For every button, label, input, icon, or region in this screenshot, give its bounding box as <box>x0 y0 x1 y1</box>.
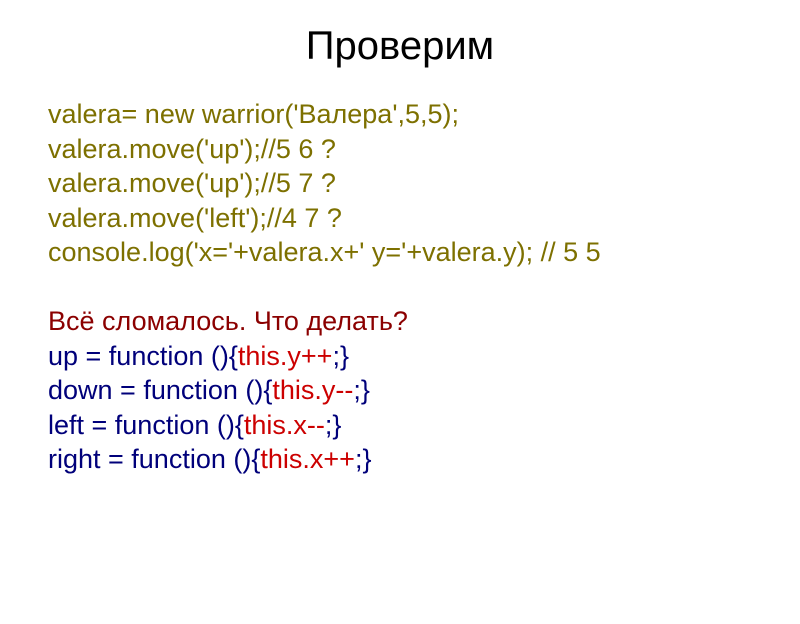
code-text: down = function (){ <box>48 375 272 405</box>
code-text: ;} <box>353 375 370 405</box>
code-text: left = function (){ <box>48 410 244 440</box>
code-text: this.x++ <box>260 444 355 474</box>
code-line: valera.move('up');//5 6 ? <box>48 132 800 167</box>
code-text: valera.move('up');//5 7 ? <box>48 168 336 198</box>
code-text: valera.move('left');//4 7 ? <box>48 203 342 233</box>
code-line: valera.move('left');//4 7 ? <box>48 201 800 236</box>
code-line: valera= new warrior('Валера',5,5); <box>48 97 800 132</box>
code-line: Всё сломалось. Что делать? <box>48 304 800 339</box>
code-line: console.log('x='+valera.x+' y='+valera.y… <box>48 235 800 270</box>
code-line: left = function (){this.x--;} <box>48 408 800 443</box>
blank-line <box>48 270 800 305</box>
code-line: up = function (){this.y++;} <box>48 339 800 374</box>
code-block: valera= new warrior('Валера',5,5); valer… <box>0 97 800 477</box>
code-line: right = function (){this.x++;} <box>48 442 800 477</box>
code-text: up = function (){ <box>48 341 238 371</box>
code-text: Всё сломалось. Что делать? <box>48 306 408 336</box>
code-text: this.x-- <box>244 410 325 440</box>
code-text: console.log('x='+valera.x+' y='+valera.y… <box>48 237 601 267</box>
slide-title: Проверим <box>0 24 800 69</box>
code-text: this.y-- <box>272 375 353 405</box>
code-text: ;} <box>325 410 342 440</box>
code-text: ;} <box>332 341 349 371</box>
code-text: ;} <box>355 444 372 474</box>
code-text: right = function (){ <box>48 444 260 474</box>
code-text: valera= new warrior('Валера',5,5); <box>48 99 459 129</box>
code-text: this.y++ <box>238 341 333 371</box>
code-text: valera.move('up');//5 6 ? <box>48 134 336 164</box>
code-line: valera.move('up');//5 7 ? <box>48 166 800 201</box>
code-line: down = function (){this.y--;} <box>48 373 800 408</box>
